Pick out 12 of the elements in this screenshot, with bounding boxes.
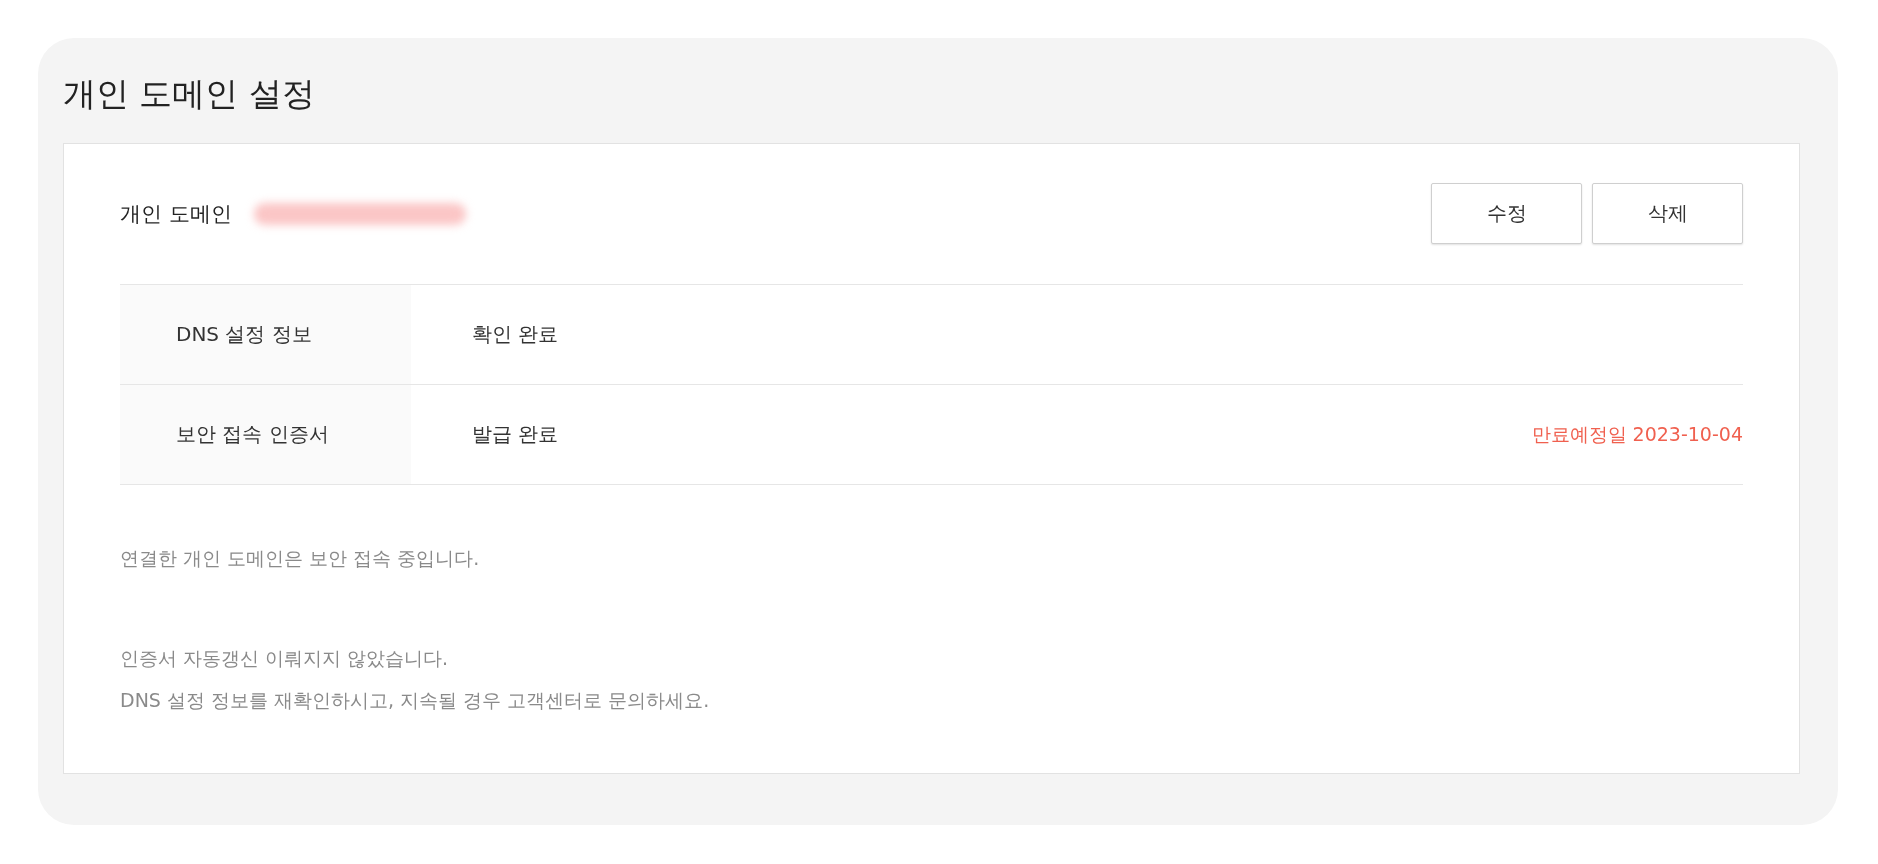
delete-button[interactable]: 삭제 — [1592, 183, 1743, 244]
expiry-date-note: 만료예정일 2023-10-04 — [1531, 421, 1743, 447]
domain-label: 개인 도메인 — [120, 200, 232, 228]
row-value: 확인 완료 — [472, 321, 559, 348]
notice-text: DNS 설정 정보를 재확인하시고, 지속될 경우 고객센터로 문의하세요. — [120, 688, 711, 713]
notice-text: 연결한 개인 도메인은 보안 접속 중입니다. — [120, 546, 481, 571]
row-value: 발급 완료 — [472, 421, 559, 448]
row-label: 보안 접속 인증서 — [120, 385, 411, 484]
page-title: 개인 도메인 설정 — [63, 74, 316, 114]
notice-text: 인증서 자동갱신 이뤄지지 않았습니다. — [120, 646, 450, 671]
row-label: DNS 설정 정보 — [120, 285, 411, 384]
edit-button[interactable]: 수정 — [1431, 183, 1582, 244]
